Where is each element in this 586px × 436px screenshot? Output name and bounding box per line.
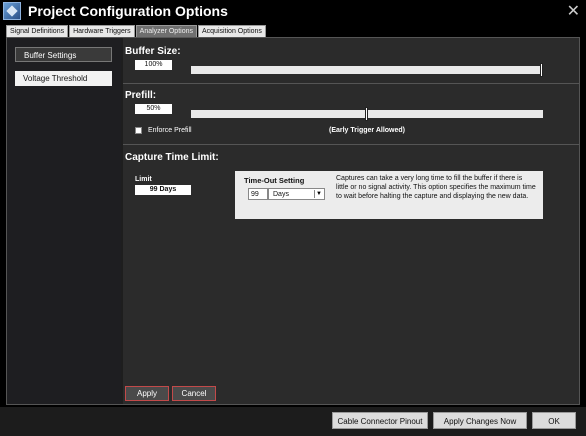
timeout-number-input[interactable]: 99 bbox=[248, 188, 268, 200]
close-icon[interactable]: ✕ bbox=[567, 1, 580, 21]
capture-time-heading: Capture Time Limit: bbox=[125, 152, 219, 163]
prefill-value[interactable]: 50% bbox=[135, 104, 172, 114]
enforce-prefill-label: Enforce Prefill bbox=[148, 127, 192, 134]
buffer-size-value[interactable]: 100% bbox=[135, 60, 172, 70]
divider bbox=[123, 83, 579, 84]
title-bar: Project Configuration Options ✕ bbox=[0, 0, 586, 22]
buffer-size-heading: Buffer Size: bbox=[125, 46, 181, 57]
timeout-unit-select[interactable]: Days ▼ bbox=[268, 188, 325, 200]
limit-label: Limit bbox=[135, 176, 152, 183]
tab-hardware-triggers[interactable]: Hardware Triggers bbox=[69, 25, 135, 37]
prefill-note: (Early Trigger Allowed) bbox=[329, 127, 405, 134]
window-title: Project Configuration Options bbox=[28, 3, 228, 19]
app-icon bbox=[3, 2, 21, 20]
ok-button[interactable]: OK bbox=[532, 412, 576, 429]
settings-content: Buffer Size: 100% Prefill: 50% Enforce P… bbox=[123, 38, 579, 404]
cancel-button[interactable]: Cancel bbox=[172, 386, 216, 401]
tab-analyzer-options[interactable]: Analyzer Options bbox=[135, 25, 197, 37]
limit-value[interactable]: 99 Days bbox=[135, 185, 191, 195]
enforce-prefill-checkbox[interactable] bbox=[135, 127, 142, 134]
chevron-down-icon[interactable]: ▼ bbox=[314, 190, 323, 198]
sidebar-item-buffer-settings[interactable]: Buffer Settings bbox=[15, 47, 112, 62]
prefill-slider-thumb[interactable] bbox=[365, 107, 368, 121]
sidebar-item-voltage-threshold[interactable]: Voltage Threshold bbox=[15, 71, 112, 86]
timeout-setting-label: Time-Out Setting bbox=[244, 176, 305, 185]
prefill-heading: Prefill: bbox=[125, 90, 157, 101]
apply-changes-now-button[interactable]: Apply Changes Now bbox=[433, 412, 527, 429]
divider bbox=[123, 144, 579, 145]
apply-button[interactable]: Apply bbox=[125, 386, 169, 401]
buffer-size-slider-thumb[interactable] bbox=[540, 63, 543, 77]
timeout-unit-value: Days bbox=[273, 191, 289, 198]
buffer-size-slider[interactable] bbox=[191, 66, 543, 74]
timeout-settings-box: Time-Out Setting 99 Days ▼ Captures can … bbox=[235, 171, 543, 219]
tab-acquisition-options[interactable]: Acquisition Options bbox=[197, 25, 266, 37]
sidebar: Buffer Settings Voltage Threshold bbox=[7, 38, 121, 404]
tab-signal-definitions[interactable]: Signal Definitions bbox=[6, 25, 69, 37]
options-panel: Buffer Settings Voltage Threshold Buffer… bbox=[6, 37, 580, 405]
timeout-description: Captures can take a very long time to fi… bbox=[336, 175, 536, 200]
tab-bar: Signal Definitions Hardware Triggers Ana… bbox=[6, 25, 266, 37]
cable-connector-pinout-button[interactable]: Cable Connector Pinout bbox=[332, 412, 428, 429]
footer-bar: Cable Connector Pinout Apply Changes Now… bbox=[0, 407, 586, 436]
